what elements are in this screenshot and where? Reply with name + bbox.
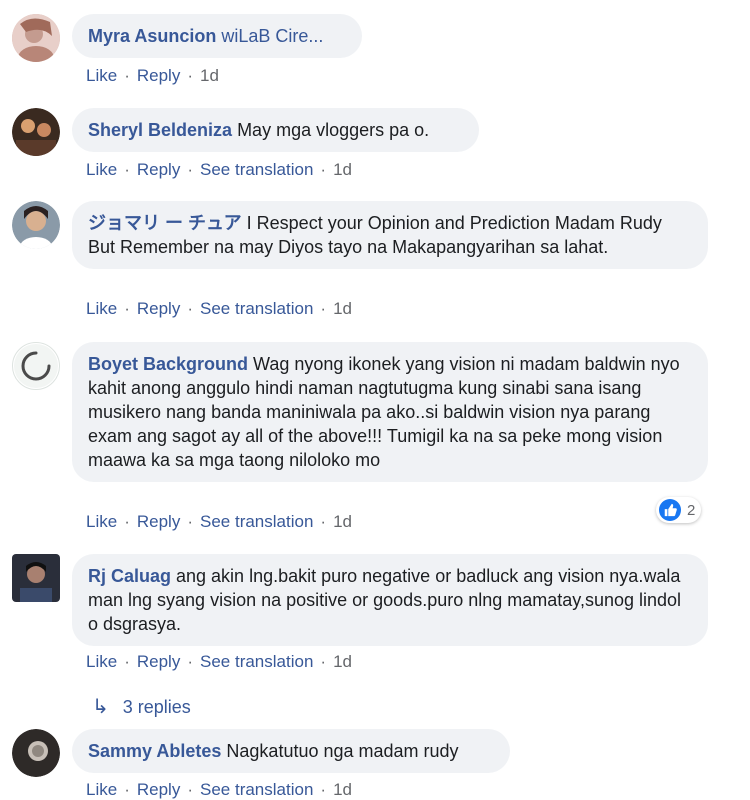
replies-count[interactable]: 3 replies (123, 697, 191, 717)
reply-link[interactable]: Reply (137, 66, 180, 85)
see-translation-link[interactable]: See translation (200, 512, 313, 531)
timestamp[interactable]: 1d (333, 652, 352, 671)
like-link[interactable]: Like (86, 780, 117, 799)
comment-text: May mga vloggers pa o. (237, 120, 430, 140)
avatar[interactable] (12, 108, 60, 156)
avatar-image (12, 729, 60, 777)
avatar[interactable] (12, 201, 60, 249)
avatar-image (12, 201, 60, 249)
see-translation-link[interactable]: See translation (200, 160, 313, 179)
comment-bubble: Sammy Abletes Nagkatutuo nga madam rudy (72, 729, 510, 773)
timestamp[interactable]: 1d (333, 299, 352, 318)
comment-bubble: Sheryl Beldeniza May mga vloggers pa o. (72, 108, 479, 152)
avatar[interactable] (12, 729, 60, 777)
comment-text: Nagkatutuo nga madam rudy (226, 741, 459, 761)
reply-arrow-icon: ↳ (92, 696, 109, 718)
like-link[interactable]: Like (86, 66, 117, 85)
timestamp[interactable]: 1d (333, 780, 352, 799)
reaction-count: 2 (687, 501, 696, 519)
comment-bubble: Rj Caluag ang akin lng.bakit puro negativ… (72, 554, 708, 646)
view-replies-link[interactable]: ↳ 3 replies (92, 694, 191, 719)
comment-text: wiLaB Cire... (221, 26, 324, 46)
reply-link[interactable]: Reply (137, 512, 180, 531)
comment-bubble: ジョマリ ー チュア I Respect your Opinion and Pre… (72, 201, 708, 269)
comment-author[interactable]: Sammy Abletes (88, 741, 221, 761)
avatar-image (12, 14, 60, 62)
comment-author[interactable]: Myra Asuncion (88, 26, 216, 46)
reply-link[interactable]: Reply (137, 299, 180, 318)
comment-actions: Like · Reply · See translation · 1d (86, 299, 352, 318)
avatar[interactable] (12, 14, 60, 62)
comment-actions: Like · Reply · 1d (86, 66, 219, 85)
comment-author[interactable]: Rj Caluag (88, 566, 171, 586)
see-translation-link[interactable]: See translation (200, 299, 313, 318)
like-link[interactable]: Like (86, 160, 117, 179)
comment-text: ang akin lng.bakit puro negative or badl… (88, 566, 682, 634)
loading-spinner-icon (14, 344, 58, 388)
avatar-image (12, 554, 60, 602)
see-translation-link[interactable]: See translation (200, 780, 313, 799)
like-reaction-icon (659, 499, 681, 521)
comment-author[interactable]: ジョマリ ー チュア (88, 213, 242, 233)
comment-author[interactable]: Sheryl Beldeniza (88, 120, 232, 140)
like-link[interactable]: Like (86, 299, 117, 318)
like-link[interactable]: Like (86, 652, 117, 671)
comment-bubble: Boyet Background Wag nyong ikonek yang vi… (72, 342, 708, 482)
avatar-image (12, 108, 60, 156)
like-link[interactable]: Like (86, 512, 117, 531)
comment-actions: Like · Reply · See translation · 1d (86, 512, 352, 531)
timestamp[interactable]: 1d (333, 512, 352, 531)
avatar[interactable] (12, 342, 60, 390)
comment-author[interactable]: Boyet Background (88, 354, 248, 374)
reply-link[interactable]: Reply (137, 652, 180, 671)
reply-link[interactable]: Reply (137, 160, 180, 179)
comment-actions: Like · Reply · See translation · 1d (86, 780, 352, 799)
reaction-summary[interactable]: 2 (656, 497, 702, 523)
avatar[interactable] (12, 554, 60, 602)
comment-actions: Like · Reply · See translation · 1d (86, 160, 352, 179)
timestamp[interactable]: 1d (333, 160, 352, 179)
comment-bubble: Myra Asuncion wiLaB Cire... (72, 14, 362, 58)
comment-actions: Like · Reply · See translation · 1d (86, 652, 352, 671)
reply-link[interactable]: Reply (137, 780, 180, 799)
see-translation-link[interactable]: See translation (200, 652, 313, 671)
timestamp[interactable]: 1d (200, 66, 219, 85)
